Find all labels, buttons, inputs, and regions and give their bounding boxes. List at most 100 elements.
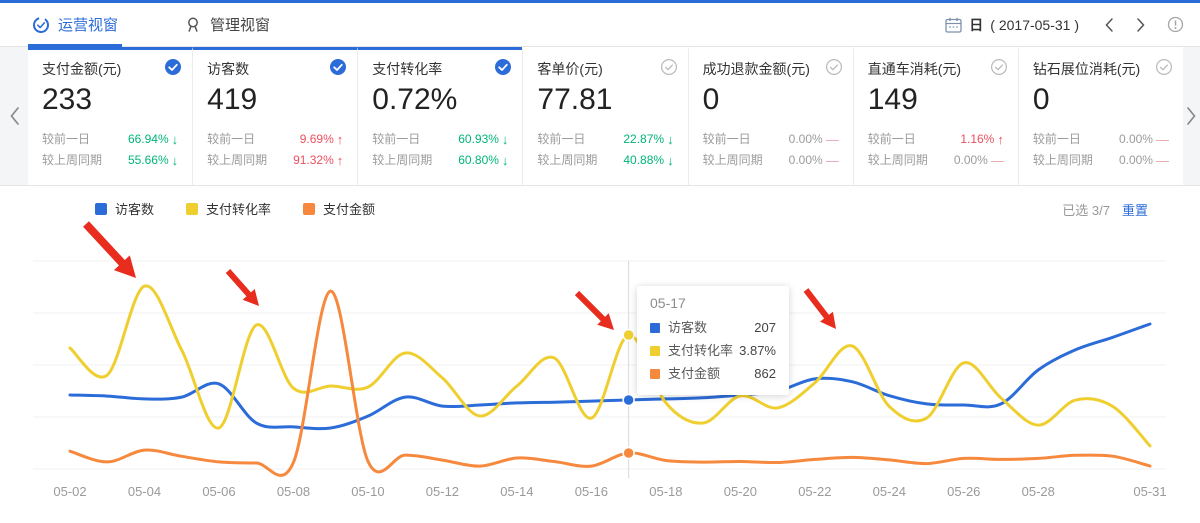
date-picker[interactable]: 日 ( 2017-05-31 ) [945, 15, 1079, 35]
comparison-label: 较上周同期 [703, 150, 763, 171]
legend-controls: 已选 3/7 重置 [1062, 200, 1148, 219]
metric-cards: 支付金额(元)233较前一日66.94%↓较上周同期55.66%↓访客数419较… [28, 47, 1183, 185]
x-tick-label: 05-31 [1133, 484, 1166, 499]
tooltip-series-value: 3.87% [739, 339, 776, 362]
chevron-left-icon [9, 106, 20, 126]
selected-count: 已选 3/7 [1062, 200, 1110, 219]
trend-chart-section: 访客数支付转化率支付金额 已选 3/7 重置 05-0205-0405-0605… [0, 186, 1200, 521]
comparison-value: 0.00% [1119, 129, 1153, 150]
reset-button[interactable]: 重置 [1122, 200, 1148, 219]
date-value: ( 2017-05-31 ) [990, 17, 1079, 33]
comparison-rows: 较前一日9.69%↑较上周同期91.32%↑ [207, 129, 343, 171]
metric-cards-strip: 支付金额(元)233较前一日66.94%↓较上周同期55.66%↓访客数419较… [0, 47, 1200, 186]
comparison-value: 1.16% [960, 129, 994, 150]
metric-card[interactable]: 客单价(元)77.81较前一日22.87%↓较上周同期40.88%↓ [522, 47, 687, 185]
comparison-label: 较上周同期 [868, 150, 928, 171]
metric-card[interactable]: 支付金额(元)233较前一日66.94%↓较上周同期55.66%↓ [28, 47, 192, 185]
tooltip-series-name: 访客数 [668, 316, 707, 339]
metric-card[interactable]: 支付转化率0.72%较前一日60.93%↓较上周同期60.80%↓ [357, 47, 522, 185]
check-circle-icon[interactable] [164, 58, 182, 76]
trend-up-icon: ↑ [337, 129, 344, 150]
legend-item-conversion-rate[interactable]: 支付转化率 [186, 199, 271, 218]
legend-item-payment-amount[interactable]: 支付金额 [303, 199, 375, 218]
trend-flat-icon: — [826, 150, 839, 171]
date-unit: 日 [969, 15, 983, 35]
check-circle-outline-icon[interactable] [825, 58, 843, 76]
metric-title: 访客数 [207, 59, 343, 79]
check-circle-outline-icon[interactable] [990, 58, 1008, 76]
dashboard: 运营视窗 管理视窗 日 ( 2017-05-31 ) [0, 0, 1200, 523]
comparison-value: 0.00% [954, 150, 988, 171]
hover-dot-visitors [623, 395, 634, 406]
trend-down-icon: ↓ [667, 150, 674, 171]
chart-svg[interactable] [0, 186, 1200, 521]
prev-date-button[interactable] [1093, 13, 1125, 37]
comparison-label: 较上周同期 [537, 150, 597, 171]
trend-down-icon: ↓ [172, 129, 179, 150]
trend-flat-icon: — [1156, 150, 1169, 171]
x-tick-label: 05-24 [873, 484, 906, 499]
tooltip-date: 05-17 [650, 295, 776, 311]
comparison-row: 较前一日0.00%— [1033, 129, 1169, 150]
metric-title: 客单价(元) [537, 59, 673, 79]
comparison-value: 60.93% [458, 129, 499, 150]
scroll-right-button[interactable] [1183, 47, 1200, 185]
metric-card[interactable]: 直通车消耗(元)149较前一日1.16%↑较上周同期0.00%— [853, 47, 1018, 185]
metric-card[interactable]: 钻石展位消耗(元)0较前一日0.00%—较上周同期0.00%— [1018, 47, 1183, 185]
check-circle-outline-icon[interactable] [660, 58, 678, 76]
metric-value: 0 [1033, 82, 1169, 118]
x-tick-label: 05-16 [575, 484, 608, 499]
tooltip-color-swatch [650, 346, 660, 356]
metric-title: 直通车消耗(元) [868, 59, 1004, 79]
tab-label: 运营视窗 [58, 14, 118, 35]
comparison-label: 较前一日 [42, 129, 90, 150]
tab-management-view[interactable]: 管理视窗 [182, 3, 272, 46]
x-tick-label: 05-22 [798, 484, 831, 499]
trend-down-icon: ↓ [667, 129, 674, 150]
comparison-label: 较前一日 [537, 129, 585, 150]
x-tick-label: 05-14 [500, 484, 533, 499]
comparison-row: 较前一日1.16%↑ [868, 129, 1004, 150]
comparison-label: 较前一日 [703, 129, 751, 150]
chevron-right-icon [1186, 106, 1197, 126]
comparison-label: 较上周同期 [372, 150, 432, 171]
comparison-row: 较上周同期0.00%— [868, 150, 1004, 171]
comparison-value: 0.00% [1119, 150, 1153, 171]
legend-color-swatch [303, 203, 315, 215]
comparison-row: 较上周同期91.32%↑ [207, 150, 343, 171]
metric-card[interactable]: 成功退款金额(元)0较前一日0.00%—较上周同期0.00%— [688, 47, 853, 185]
x-tick-label: 05-08 [277, 484, 310, 499]
comparison-rows: 较前一日66.94%↓较上周同期55.66%↓ [42, 129, 178, 171]
comparison-row: 较前一日22.87%↓ [537, 129, 673, 150]
next-date-button[interactable] [1125, 13, 1157, 37]
tooltip-series-value: 862 [754, 362, 776, 385]
scroll-left-button[interactable] [0, 47, 28, 185]
comparison-label: 较上周同期 [42, 150, 102, 171]
comparison-rows: 较前一日0.00%—较上周同期0.00%— [1033, 129, 1169, 171]
trend-flat-icon: — [826, 129, 839, 150]
comparison-row: 较上周同期0.00%— [1033, 150, 1169, 171]
comparison-row: 较上周同期55.66%↓ [42, 150, 178, 171]
trend-down-icon: ↓ [502, 150, 509, 171]
comparison-rows: 较前一日60.93%↓较上周同期60.80%↓ [372, 129, 508, 171]
metric-value: 419 [207, 82, 343, 118]
check-circle-outline-icon[interactable] [1155, 58, 1173, 76]
tooltip-row-conversion-rate: 支付转化率3.87% [650, 339, 776, 362]
check-circle-icon[interactable] [329, 58, 347, 76]
tooltip-series-value: 207 [754, 316, 776, 339]
tab-operations-view[interactable]: 运营视窗 [30, 3, 120, 46]
tooltip-row-visitors: 访客数 207 [650, 316, 776, 339]
x-tick-label: 05-04 [128, 484, 161, 499]
annotation-arrow-shaft [577, 293, 604, 320]
check-circle-icon[interactable] [494, 58, 512, 76]
metric-title: 支付转化率 [372, 59, 508, 79]
metric-value: 0.72% [372, 82, 508, 118]
comparison-value: 91.32% [293, 150, 334, 171]
legend-item-visitors[interactable]: 访客数 [95, 199, 154, 218]
metric-card[interactable]: 访客数 419 较前一日9.69%↑较上周同期91.32%↑ [192, 47, 357, 185]
comparison-rows: 较前一日1.16%↑较上周同期0.00%— [868, 129, 1004, 171]
metric-title: 支付金额(元) [42, 59, 178, 79]
info-icon[interactable] [1167, 16, 1184, 33]
chart-tooltip: 05-17 访客数207支付转化率3.87%支付金额862 [637, 286, 789, 395]
trend-flat-icon: — [1156, 129, 1169, 150]
